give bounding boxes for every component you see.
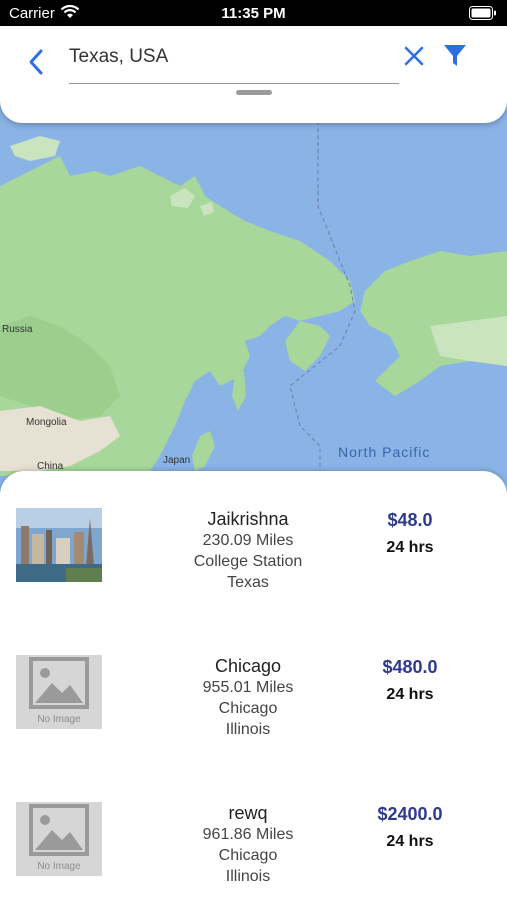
listing-price: $2400.0: [377, 804, 443, 824]
listing-name: rewq: [228, 803, 268, 823]
listing-price: $48.0: [387, 510, 433, 530]
listing-distance: 961.86 Miles: [202, 826, 294, 843]
listing-city: Chicago: [218, 700, 278, 717]
listing-city: College Station: [193, 553, 303, 570]
listing-duration: 24 hrs: [386, 539, 434, 556]
listing-duration: 24 hrs: [386, 833, 434, 850]
listing-photo: [16, 508, 102, 582]
search-panel: Texas, USA: [0, 26, 507, 123]
listing-info: Jaikrishna 230.09 Miles College Station …: [168, 508, 328, 593]
listing-info: rewq 961.86 Miles Chicago Illinois: [168, 802, 328, 887]
listing-price: $480.0: [382, 657, 438, 677]
list-item[interactable]: Jaikrishna 230.09 Miles College Station …: [0, 508, 507, 618]
listing-state: Texas: [227, 574, 269, 591]
listing-info: Chicago 955.01 Miles Chicago Illinois: [168, 655, 328, 740]
listing-distance: 955.01 Miles: [202, 679, 294, 696]
search-query[interactable]: Texas, USA: [69, 46, 168, 68]
listing-distance: 230.09 Miles: [202, 532, 294, 549]
battery-icon: [469, 6, 496, 20]
listing-city: Chicago: [218, 847, 278, 864]
status-bar: Carrier 11:35 PM: [0, 0, 507, 26]
results-sheet[interactable]: Jaikrishna 230.09 Miles College Station …: [0, 471, 507, 900]
listing-state: Illinois: [225, 868, 271, 885]
clock: 11:35 PM: [221, 5, 286, 22]
listing-duration: 24 hrs: [386, 686, 434, 703]
back-button[interactable]: [24, 46, 48, 78]
drag-handle[interactable]: [236, 90, 272, 95]
map-label-north-pacific: North Pacific: [338, 444, 431, 460]
no-image-placeholder: No Image: [16, 655, 102, 729]
list-item[interactable]: No Image Chicago 955.01 Miles Chicago Il…: [0, 655, 507, 765]
listing-pricing: $48.0 24 hrs: [350, 508, 470, 560]
no-image-label: No Image: [37, 714, 81, 725]
listing-name: Jaikrishna: [207, 509, 289, 529]
search-input[interactable]: Texas, USA: [69, 44, 399, 84]
listing-pricing: $480.0 24 hrs: [350, 655, 470, 707]
map-label-mongolia: Mongolia: [26, 417, 67, 428]
close-icon[interactable]: [403, 45, 425, 67]
list-item[interactable]: No Image rewq 961.86 Miles Chicago Illin…: [0, 802, 507, 900]
listing-name: Chicago: [214, 656, 282, 676]
map-label-russia: Russia: [2, 324, 33, 335]
no-image-placeholder: No Image: [16, 802, 102, 876]
map-label-japan: Japan: [163, 455, 191, 466]
listing-state: Illinois: [225, 721, 271, 738]
listing-pricing: $2400.0 24 hrs: [350, 802, 470, 854]
no-image-label: No Image: [37, 861, 81, 872]
filter-icon[interactable]: [443, 43, 467, 69]
